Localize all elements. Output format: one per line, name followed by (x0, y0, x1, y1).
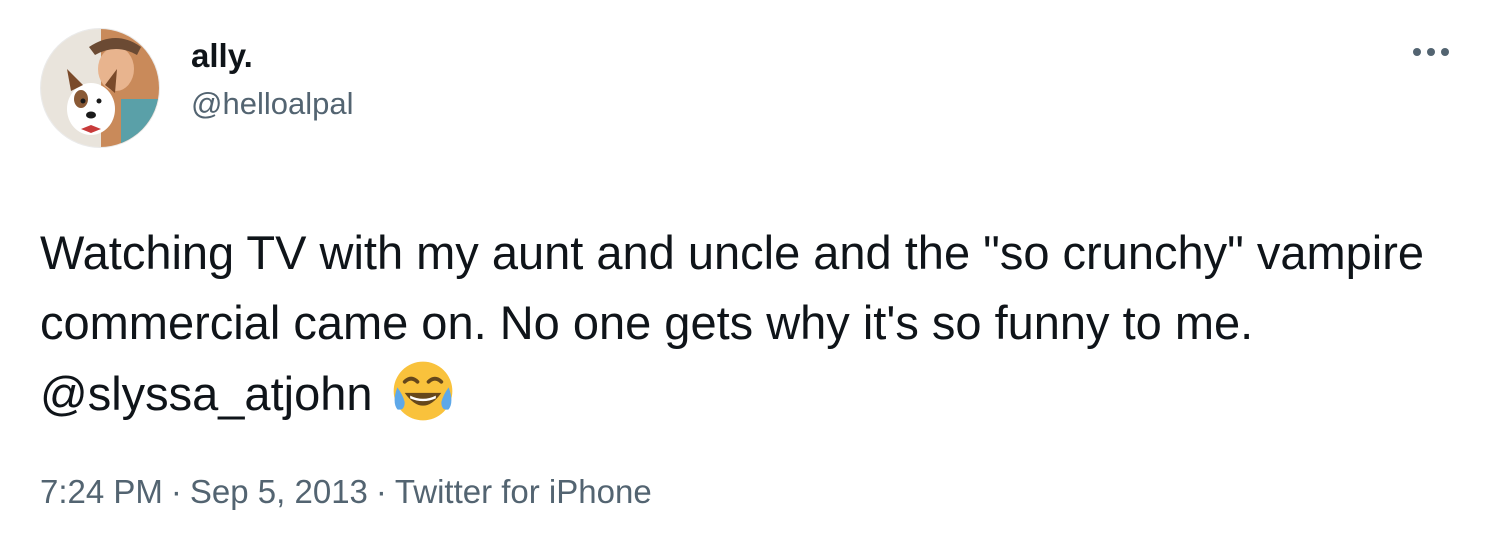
user-avatar-photo-icon (41, 29, 159, 147)
more-options-button[interactable] (1406, 34, 1456, 70)
more-horizontal-icon (1413, 48, 1449, 56)
face-with-tears-of-joy-icon (393, 361, 452, 421)
meta-separator: · (375, 473, 387, 510)
display-name[interactable]: ally. (191, 35, 253, 77)
tweet-date[interactable]: Sep 5, 2013 (190, 473, 368, 510)
tweet-time[interactable]: 7:24 PM (40, 473, 163, 510)
meta-separator: · (170, 473, 182, 510)
tweet-meta: 7:24 PM · Sep 5, 2013 · Twitter for iPhone (40, 470, 652, 514)
mention-link[interactable]: @slyssa_atjohn (40, 367, 373, 420)
username-handle[interactable]: @helloalpal (191, 83, 353, 125)
tweet-text: Watching TV with my aunt and uncle and t… (40, 218, 1460, 429)
avatar[interactable] (40, 28, 160, 148)
tweet-source[interactable]: Twitter for iPhone (395, 473, 652, 510)
tweet-body: Watching TV with my aunt and uncle and t… (40, 226, 1424, 349)
